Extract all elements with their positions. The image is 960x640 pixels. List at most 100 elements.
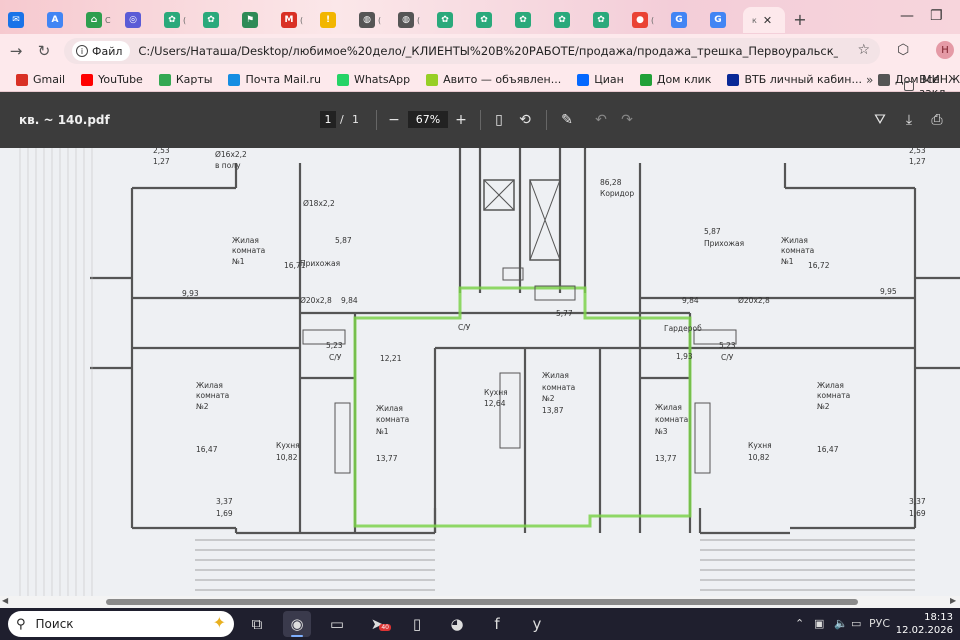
- browser-tab[interactable]: A: [41, 7, 80, 33]
- scroll-right-icon[interactable]: ▶: [950, 596, 956, 605]
- plan-label: Жилая: [376, 404, 403, 413]
- bookmark-item[interactable]: Gmail: [16, 73, 65, 86]
- tray-overflow-icon[interactable]: ⌃: [795, 617, 804, 630]
- flower-icon: ✿: [515, 12, 531, 28]
- site-info-chip[interactable]: i Файл: [72, 41, 131, 61]
- browser-tab[interactable]: G: [665, 7, 704, 33]
- tab-title: С: [105, 15, 111, 25]
- bookmark-item[interactable]: Дом клик: [639, 73, 711, 86]
- print-button[interactable]: ⎙: [926, 109, 948, 131]
- bookmark-item[interactable]: Циан: [577, 73, 624, 86]
- restore-icon[interactable]: ❐: [930, 8, 943, 24]
- profile-avatar[interactable]: Н: [936, 41, 954, 59]
- close-tab-icon[interactable]: ✕: [763, 14, 772, 27]
- draw-button[interactable]: ✎: [556, 109, 578, 131]
- rotate-icon: ⟲: [519, 112, 531, 128]
- mailru-icon: [228, 73, 241, 86]
- zoom-out-button[interactable]: −: [383, 109, 405, 131]
- browser-tab[interactable]: ✿: [548, 7, 587, 33]
- plan-label: №2: [817, 402, 830, 411]
- plan-label: 16,47: [817, 445, 839, 454]
- extensions-icon[interactable]: ⬡: [897, 42, 909, 58]
- undo-button[interactable]: ↶: [590, 109, 612, 131]
- plan-label: Жилая: [232, 236, 259, 245]
- active-browser-tab[interactable]: к ✕: [743, 7, 785, 33]
- zoom-in-button[interactable]: +: [450, 109, 472, 131]
- scrollbar-thumb[interactable]: [106, 599, 858, 605]
- telegram-taskbar-button[interactable]: ➤ 40: [363, 611, 391, 637]
- flower-icon: ✿: [593, 12, 609, 28]
- document-taskbar-button[interactable]: ▯: [403, 611, 431, 637]
- url-text[interactable]: C:/Users/Наташа/Desktop/любимое%20дело/_…: [138, 44, 838, 58]
- cian-icon: [577, 73, 590, 86]
- browser-tab[interactable]: ⚑: [236, 7, 275, 33]
- bookmark-item[interactable]: Авито — объявлен...: [426, 73, 561, 86]
- bookmark-item[interactable]: Почта Mail.ru: [228, 73, 321, 86]
- browser-tab[interactable]: ●(: [626, 7, 665, 33]
- redo-button[interactable]: ↷: [616, 109, 638, 131]
- bookmarks-overflow-button[interactable]: »: [866, 73, 873, 87]
- browser-tab[interactable]: ◍(: [392, 7, 431, 33]
- chrome-taskbar-button[interactable]: ◉: [283, 611, 311, 637]
- plan-label: 13,50: [575, 148, 597, 150]
- fit-page-button[interactable]: ▯: [488, 109, 510, 131]
- language-indicator[interactable]: РУС: [869, 617, 890, 630]
- reload-icon: ↻: [37, 42, 51, 60]
- zoom-level-input[interactable]: 67%: [408, 111, 448, 128]
- bookmark-item[interactable]: ВТБ личный кабин...: [727, 73, 862, 86]
- add-to-drive-button[interactable]: ⛛: [869, 109, 891, 131]
- plan-label: Кухня: [484, 388, 508, 397]
- firefox-taskbar-button[interactable]: ◕: [443, 611, 471, 637]
- file-explorer-taskbar-button[interactable]: ▭: [323, 611, 351, 637]
- plan-label: Жилая: [817, 381, 844, 390]
- browser-tab[interactable]: ◍(: [353, 7, 392, 33]
- browser-tab[interactable]: ✿: [197, 7, 236, 33]
- network-icon[interactable]: ▣: [814, 617, 824, 630]
- browser-tab[interactable]: ◎: [119, 7, 158, 33]
- bookmark-item[interactable]: WhatsApp: [336, 73, 410, 86]
- bookmark-item[interactable]: Карты: [158, 73, 212, 86]
- plan-label: 5,77: [556, 309, 573, 318]
- copilot-sparkle-icon: ✦: [212, 613, 226, 632]
- browser-tab[interactable]: ✿: [431, 7, 470, 33]
- browser-tab[interactable]: ✿: [470, 7, 509, 33]
- browser-tab[interactable]: ✿: [587, 7, 626, 33]
- minimize-icon[interactable]: —: [900, 8, 914, 24]
- bookmark-label: Почта Mail.ru: [245, 73, 321, 86]
- volume-icon[interactable]: 🔈: [834, 617, 848, 630]
- rotate-button[interactable]: ⟲: [514, 109, 536, 131]
- browser-tab[interactable]: !: [314, 7, 353, 33]
- new-tab-button[interactable]: +: [789, 8, 811, 30]
- browser-tab[interactable]: ✿(: [158, 7, 197, 33]
- chrome-icon: ◉: [290, 615, 304, 633]
- taskbar-search[interactable]: ⚲ Поиск ✦: [8, 611, 234, 637]
- pdf-page-view[interactable]: Жилая комната №1 16,71 Прихожая 5,87 9,93 Жилая…: [0, 148, 960, 602]
- reload-button[interactable]: ↻: [30, 37, 58, 65]
- plan-label: Гардероб: [664, 324, 702, 333]
- pdf-filename: кв. ~ 140.pdf: [19, 113, 110, 127]
- maps-icon: [158, 73, 171, 86]
- forward-button[interactable]: →: [2, 37, 30, 65]
- yahoo-taskbar-button[interactable]: y: [523, 611, 551, 637]
- browser-tab[interactable]: G: [704, 7, 743, 33]
- bookmark-item[interactable]: YouTube: [81, 73, 143, 86]
- task-view-taskbar-button[interactable]: ⧉: [243, 611, 271, 637]
- address-bar[interactable]: i Файл C:/Users/Наташа/Desktop/любимое%2…: [64, 38, 880, 64]
- scroll-left-icon[interactable]: ◀: [2, 596, 8, 605]
- plan-label: №1: [376, 427, 389, 436]
- plan-label: 12,21: [380, 354, 402, 363]
- clock[interactable]: 18:13 12.02.2026: [893, 611, 953, 637]
- bookmark-star-icon[interactable]: ☆: [857, 42, 870, 58]
- page-number-input[interactable]: 1: [320, 111, 336, 128]
- tab-title: к: [752, 15, 757, 25]
- battery-icon[interactable]: ▭: [851, 617, 861, 630]
- firefox-icon: ◕: [450, 615, 464, 633]
- browser-tab[interactable]: M(: [275, 7, 314, 33]
- circle-icon: ◎: [125, 12, 141, 28]
- plan-label: №2: [196, 402, 209, 411]
- browser-tab[interactable]: ✉: [2, 7, 41, 33]
- browser-tab[interactable]: ✿: [509, 7, 548, 33]
- download-button[interactable]: ⤓: [898, 109, 920, 131]
- browser-tab[interactable]: ⌂ С: [80, 7, 119, 33]
- facebook-taskbar-button[interactable]: f: [483, 611, 511, 637]
